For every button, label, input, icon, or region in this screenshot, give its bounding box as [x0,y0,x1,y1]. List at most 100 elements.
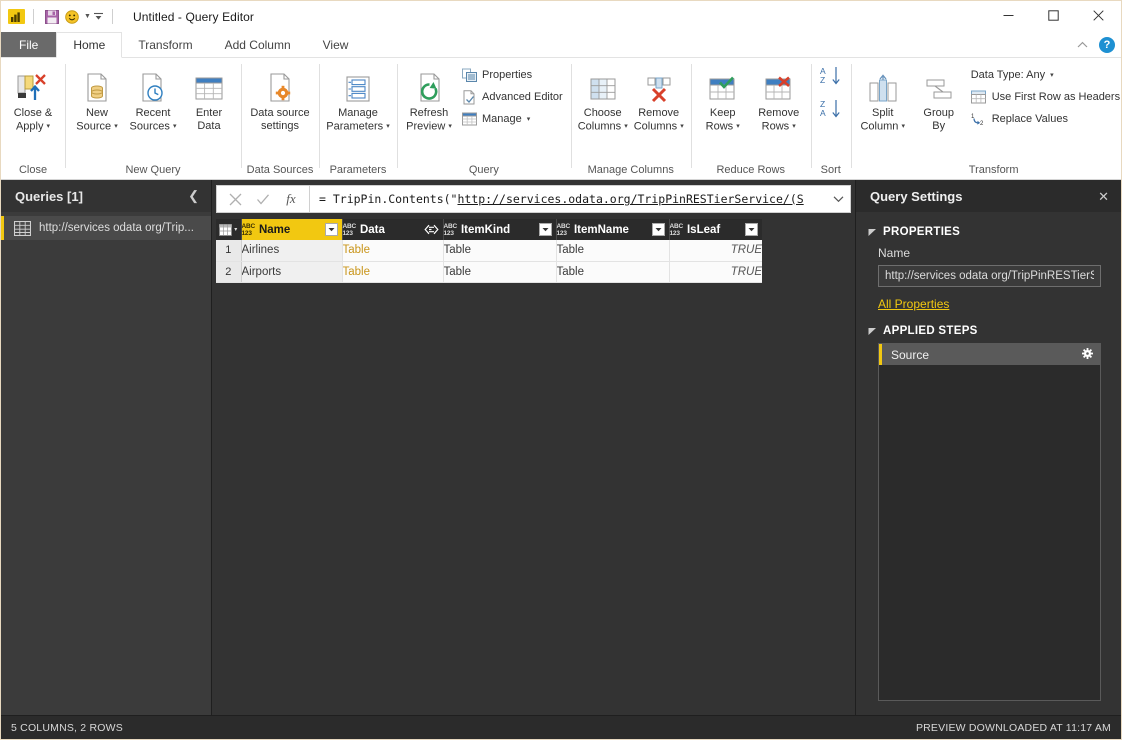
refresh-preview-caret-icon[interactable]: ▾ [448,123,452,130]
applied-steps-section-header[interactable]: APPLIED STEPS [856,311,1121,343]
chevron-down-icon[interactable] [826,186,850,212]
close-and-apply-button[interactable]: Close & Apply ▾ [5,63,61,136]
title-bar: ▼ Untitled - Query Editor [1,1,1121,32]
filter-dropdown-icon[interactable] [538,223,552,236]
name-input[interactable]: http://services odata org/TripPinRESTier… [878,265,1101,287]
refresh-preview-button[interactable]: Refresh Preview ▾ [401,63,457,136]
recent-sources-caret-icon[interactable]: ▾ [173,123,177,130]
group-label-transform: Transform [968,163,1019,176]
close-icon[interactable]: ✕ [1098,190,1109,203]
qat-smiley-caret-icon[interactable]: ▼ [82,7,93,27]
smiley-face-icon[interactable] [62,7,82,27]
type-badge-icon: ABC 123 [342,222,357,237]
all-properties-link[interactable]: All Properties [856,287,1121,311]
tab-view[interactable]: View [307,32,365,57]
qat-customize-icon[interactable] [93,7,104,27]
table-row[interactable]: 2 Airports Table Table Table TRUE [216,261,762,283]
main-area: Queries [1] ❮ http://services odata org/… [1,180,1121,715]
split-column-caret-icon[interactable]: ▾ [901,123,905,130]
remove-columns-caret-icon[interactable]: ▾ [680,123,684,130]
new-source-button[interactable]: New Source ▾ [69,63,125,136]
recent-sources-button[interactable]: Recent Sources ▾ [125,63,181,136]
save-icon[interactable] [42,7,62,27]
keep-rows-button[interactable]: Keep Rows ▾ [695,63,751,136]
cell-data[interactable]: Table [342,261,444,283]
confirm-check-icon[interactable] [249,187,277,211]
gear-icon[interactable] [1082,347,1093,362]
table-row[interactable]: 1 Airlines Table Table Table TRUE [216,240,762,262]
status-preview-downloaded: PREVIEW DOWNLOADED AT 11:17 AM [915,721,1111,734]
cell-name[interactable]: Airports [241,261,343,283]
help-icon[interactable]: ? [1099,37,1115,53]
close-apply-label-line2: Apply [15,120,44,133]
cell-data[interactable]: Table [342,240,444,262]
group-by-button[interactable]: Group By [911,63,967,136]
column-header-label: Data [359,223,385,236]
remove-rows-caret-icon[interactable]: ▾ [792,123,796,130]
column-header-itemname[interactable]: ABC 123 ItemName [556,219,670,240]
formula-url: http://services.odata.org/TripPinRESTier… [457,192,804,206]
data-type-button[interactable]: Data Type: Any ▾ [967,65,1122,85]
applied-step-item[interactable]: Source [879,344,1100,365]
filter-dropdown-icon[interactable] [745,223,758,236]
data-source-settings-button[interactable]: Data source settings [245,63,315,136]
tab-add-column[interactable]: Add Column [209,32,307,57]
tab-file[interactable]: File [1,32,57,57]
filter-dropdown-icon[interactable] [324,223,338,236]
replace-values-button[interactable]: 1 2 Replace Values [967,109,1122,129]
cell-itemkind[interactable]: Table [443,261,557,283]
cell-name[interactable]: Airlines [241,240,343,262]
close-icon[interactable] [1076,1,1121,30]
first-row-headers-label: Use First Row as Headers [991,91,1121,103]
keep-rows-caret-icon[interactable]: ▾ [736,123,740,130]
column-header-data[interactable]: ABC 123 Data [342,219,444,240]
remove-columns-button[interactable]: Remove Columns ▾ [631,63,687,136]
cell-isleaf[interactable]: TRUE [669,240,762,262]
tab-home[interactable]: Home [56,32,123,58]
cancel-x-icon[interactable] [221,187,249,211]
sort-descending-icon[interactable]: Z A [820,99,842,124]
select-all-table-icon[interactable]: ▾ [216,219,242,240]
properties-button[interactable]: Properties [457,65,567,85]
window-title: Untitled - Query Editor [133,9,255,24]
close-and-apply-icon [16,66,50,104]
formula-input[interactable]: = TripPin.Contents("http://services.odat… [310,185,851,213]
filter-dropdown-icon[interactable] [651,223,665,236]
new-source-caret-icon[interactable]: ▾ [114,123,118,130]
manage-parameters-caret-icon[interactable]: ▾ [386,123,390,130]
enter-data-button[interactable]: Enter Data [181,63,237,136]
collapse-ribbon-icon[interactable] [1073,36,1091,54]
cell-isleaf[interactable]: TRUE [669,261,762,283]
split-column-button[interactable]: Split Column ▾ [855,63,911,136]
manage-label: Manage [482,113,522,125]
column-header-itemkind[interactable]: ABC 123 ItemKind [443,219,557,240]
cell-itemname[interactable]: Table [556,261,670,283]
data-type-caret-icon[interactable]: ▾ [1050,71,1054,79]
manage-parameters-button[interactable]: Manage Parameters ▾ [323,63,393,136]
cell-itemname[interactable]: Table [556,240,670,262]
close-apply-caret-icon[interactable]: ▾ [47,123,51,130]
advanced-editor-button[interactable]: Advanced Editor [457,87,567,107]
close-apply-label-line1: Close & [13,107,53,119]
minimize-icon[interactable] [986,1,1031,30]
sort-ascending-icon[interactable]: A Z [820,66,842,91]
grid-header-row: ▾ ABC 123 Name ABC 123 Data ABC 123 Item… [216,219,762,240]
tab-transform[interactable]: Transform [122,32,208,57]
manage-caret-icon[interactable]: ▾ [527,115,531,123]
remove-rows-button[interactable]: Remove Rows ▾ [751,63,807,136]
choose-columns-caret-icon[interactable]: ▾ [624,123,628,130]
column-header-name[interactable]: ABC 123 Name [241,219,343,240]
chevron-left-icon[interactable]: ❮ [188,188,199,204]
table-icon [13,220,32,236]
column-header-isleaf[interactable]: ABC 123 IsLeaf [669,219,762,240]
choose-columns-button[interactable]: Choose Columns ▾ [575,63,631,136]
choose-columns-line1: Choose [583,107,622,119]
cell-itemkind[interactable]: Table [443,240,557,262]
maximize-icon[interactable] [1031,1,1076,30]
use-first-row-as-headers-button[interactable]: Use First Row as Headers ▾ [967,87,1122,107]
query-list-item[interactable]: http://services odata org/Trip... [1,216,211,240]
manage-button[interactable]: Manage ▾ [457,109,567,129]
properties-section-header[interactable]: PROPERTIES [856,212,1121,244]
fx-icon[interactable]: fx [277,187,305,211]
expand-columns-icon[interactable] [423,223,439,236]
